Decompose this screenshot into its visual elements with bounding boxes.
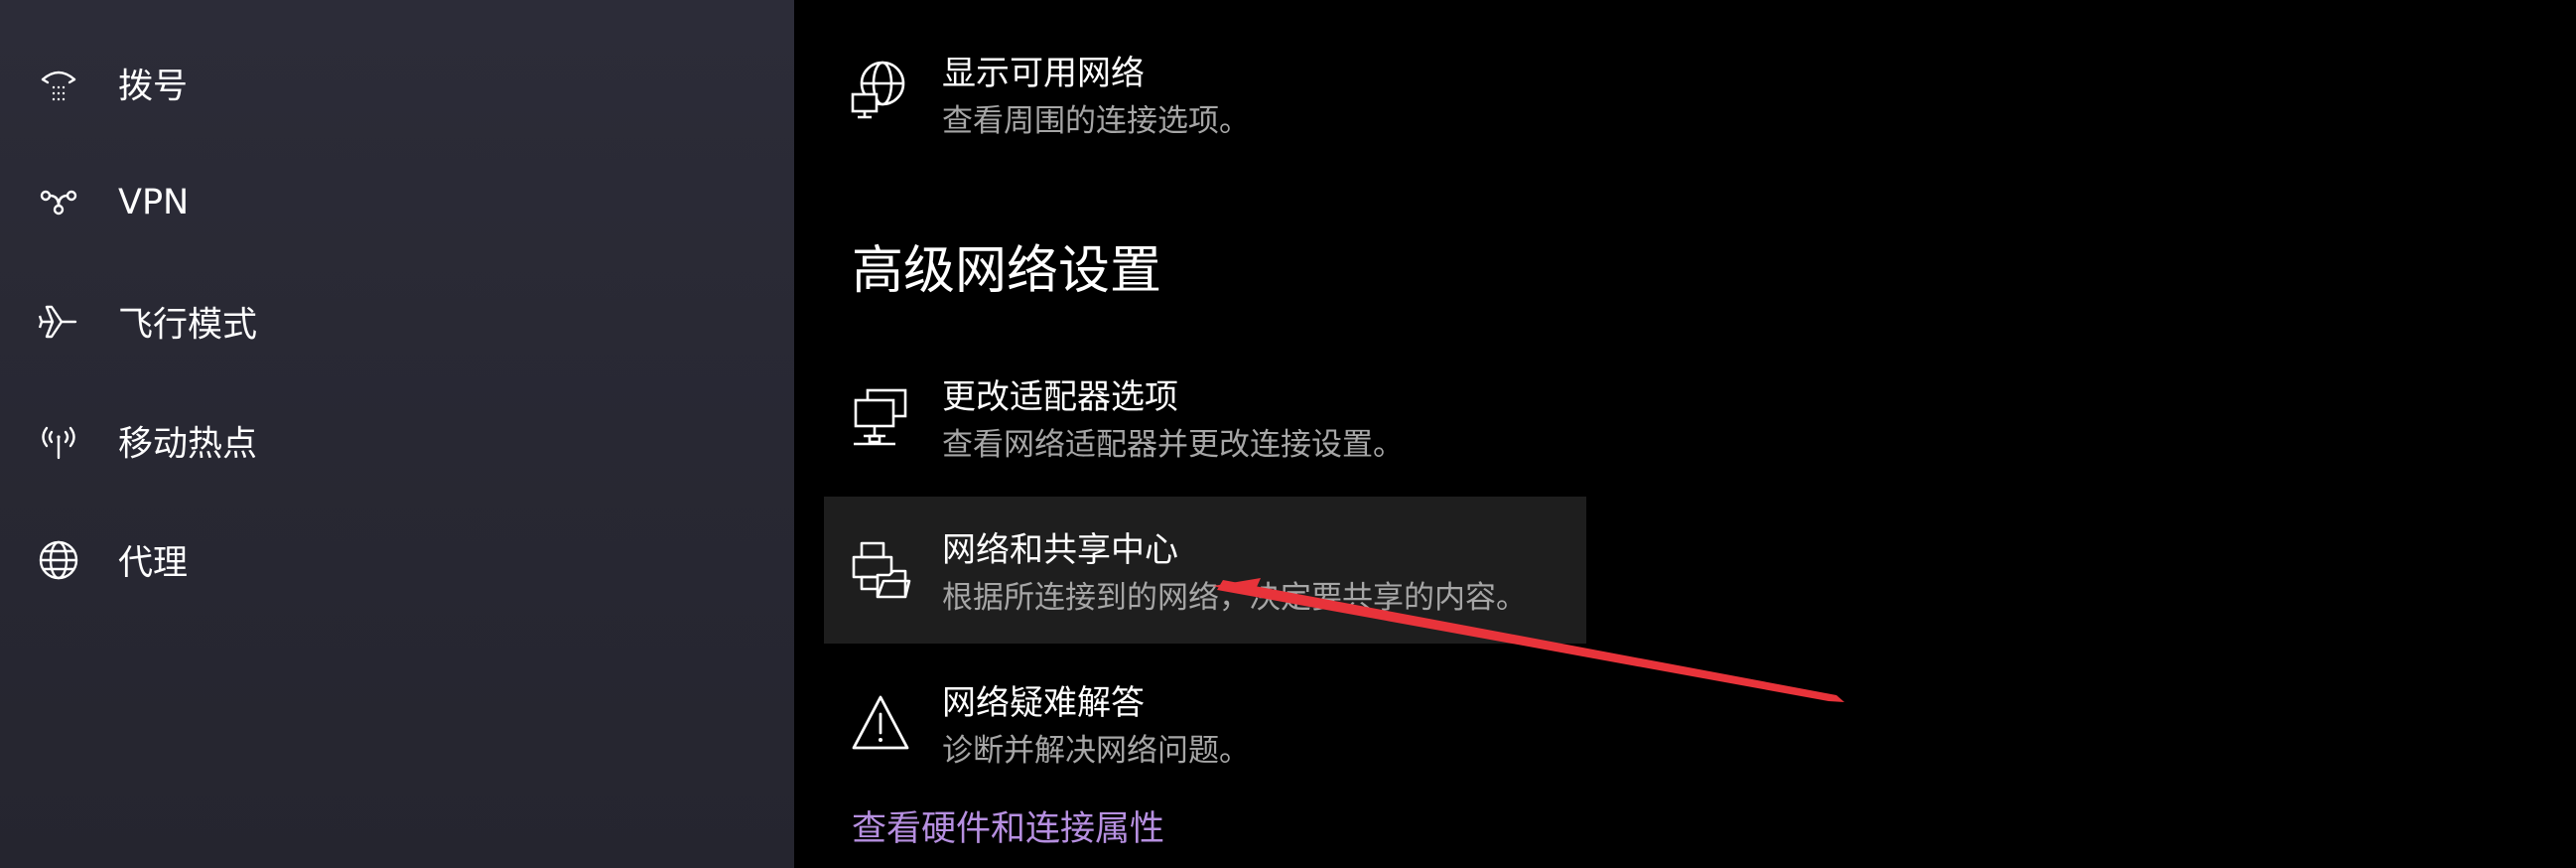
network-sharing-center-row[interactable]: 网络和共享中心 根据所连接到的网络，决定要共享的内容。 — [824, 497, 1586, 644]
sidebar: 拨号 VPN 飞行模式 移动热点 代理 — [0, 0, 794, 868]
sidebar-item-airplane-mode[interactable]: 飞行模式 — [0, 274, 794, 369]
row-title: 网络疑难解答 — [942, 683, 1145, 723]
section-heading: 高级网络设置 — [852, 241, 1162, 301]
globe-icon — [38, 539, 79, 581]
row-title: 显示可用网络 — [942, 54, 1145, 93]
row-title: 网络和共享中心 — [942, 530, 1178, 570]
airplane-icon — [38, 301, 79, 343]
dial-up-icon — [38, 63, 79, 104]
warning-icon — [850, 692, 911, 754]
row-description: 查看网络适配器并更改连接设置。 — [942, 427, 1404, 463]
sidebar-item-label: 飞行模式 — [118, 305, 258, 346]
globe-network-icon — [850, 59, 911, 120]
network-adapter-icon — [850, 386, 911, 448]
show-available-networks-row[interactable]: 显示可用网络 查看周围的连接选项。 — [824, 20, 1586, 159]
sidebar-item-proxy[interactable]: 代理 — [0, 512, 794, 608]
sidebar-item-label: 代理 — [118, 543, 189, 584]
sharing-center-icon — [850, 539, 911, 601]
row-title: 更改适配器选项 — [942, 377, 1178, 417]
sidebar-item-label: 拨号 — [118, 67, 189, 107]
sidebar-item-dial-up[interactable]: 拨号 — [0, 36, 794, 131]
main-content: 显示可用网络 查看周围的连接选项。 高级网络设置 更改适配器选项 查看网络适配器… — [794, 0, 2576, 868]
sidebar-item-vpn[interactable]: VPN — [0, 155, 794, 250]
row-description: 查看周围的连接选项。 — [942, 103, 1250, 139]
change-adapter-options-row[interactable]: 更改适配器选项 查看网络适配器并更改连接设置。 — [824, 344, 1586, 491]
vpn-icon — [38, 182, 79, 223]
network-troubleshooter-row[interactable]: 网络疑难解答 诊断并解决网络问题。 — [824, 650, 1586, 796]
row-description: 根据所连接到的网络，决定要共享的内容。 — [942, 580, 1527, 616]
sidebar-item-mobile-hotspot[interactable]: 移动热点 — [0, 393, 794, 489]
view-hardware-properties-link[interactable]: 查看硬件和连接属性 — [852, 800, 1164, 851]
sidebar-item-label: 移动热点 — [118, 424, 258, 465]
settings-window: 拨号 VPN 飞行模式 移动热点 代理 显示可用网络 查看周围的连接选项。 高级… — [0, 0, 2576, 868]
sidebar-item-label: VPN — [118, 183, 190, 222]
row-description: 诊断并解决网络问题。 — [942, 733, 1250, 769]
hotspot-icon — [38, 420, 79, 462]
